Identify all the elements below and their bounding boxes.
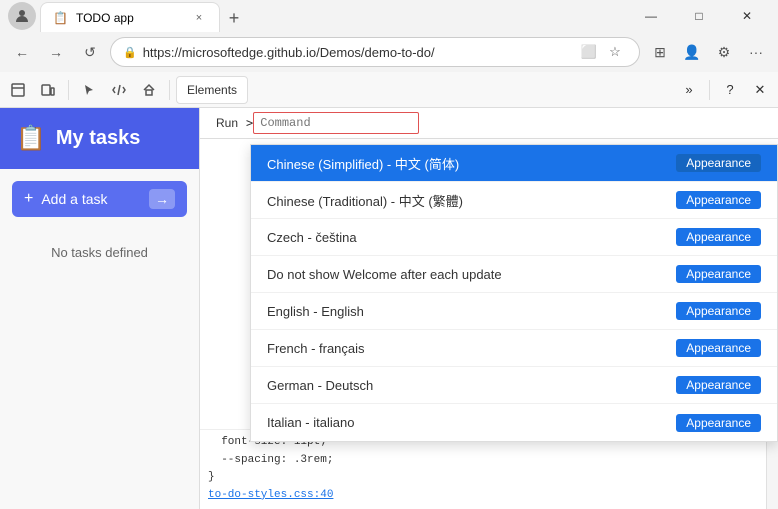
help-icon[interactable]: ?	[716, 76, 744, 104]
no-tasks-label: No tasks defined	[0, 229, 199, 276]
appearance-button[interactable]: Appearance	[676, 265, 761, 283]
new-tab-button[interactable]: +	[220, 4, 248, 32]
appearance-button[interactable]: Appearance	[676, 302, 761, 320]
more-tools-icon[interactable]: »	[675, 76, 703, 104]
toolbar-separator-2	[169, 80, 170, 100]
item-label: Chinese (Traditional) - 中文 (繁體)	[267, 191, 463, 210]
tab-favicon: 📋	[53, 11, 68, 25]
window-controls: — □ ✕	[628, 0, 770, 32]
profile-icon-addr[interactable]: 👤	[678, 38, 706, 66]
collections-icon[interactable]: ⊞	[646, 38, 674, 66]
close-button[interactable]: ✕	[724, 0, 770, 32]
arrow-icon: →	[149, 189, 175, 209]
appearance-button[interactable]: Appearance	[676, 191, 761, 209]
dropdown-item[interactable]: English - English Appearance	[251, 293, 777, 330]
dropdown-item[interactable]: Chinese (Traditional) - 中文 (繁體) Appearanc…	[251, 182, 777, 219]
item-label: German - Deutsch	[267, 378, 373, 393]
code-line-brace: }	[208, 469, 758, 487]
address-bar-actions: ⊞ 👤 ⚙ ···	[646, 38, 770, 66]
code-link[interactable]: to-do-styles.css:40	[208, 487, 758, 505]
lock-icon: 🔒	[123, 46, 137, 59]
dropdown-item[interactable]: Do not show Welcome after each update App…	[251, 256, 777, 293]
url-bar[interactable]: 🔒 https://microsoftedge.github.io/Demos/…	[110, 37, 640, 67]
appearance-button[interactable]: Appearance	[676, 154, 761, 172]
home-icon[interactable]	[135, 76, 163, 104]
item-label: French - français	[267, 341, 365, 356]
close-devtools-button[interactable]: ✕	[746, 76, 774, 104]
forward-button[interactable]: →	[42, 38, 70, 66]
app-header: 📋 My tasks	[0, 108, 199, 169]
back-button[interactable]: ←	[8, 38, 36, 66]
item-label: English - English	[267, 304, 364, 319]
run-command-bar: Run >	[200, 108, 778, 139]
source-icon[interactable]	[105, 76, 133, 104]
run-button[interactable]: Run	[208, 114, 246, 132]
toolbar-separator	[68, 80, 69, 100]
dropdown-item[interactable]: Italian - italiano Appearance	[251, 404, 777, 441]
code-panel: Run > Chinese (Simplified) - 中文 (简体) Appe…	[200, 108, 778, 509]
dropdown-item[interactable]: French - français Appearance	[251, 330, 777, 367]
app-panel: 📋 My tasks + Add a task → No tasks defin…	[0, 108, 200, 509]
tab-bar: 📋 TODO app × +	[40, 0, 624, 32]
pointer-icon[interactable]	[75, 76, 103, 104]
app-icon: 📋	[16, 124, 46, 153]
devtools-toolbar: Elements » ? ✕	[0, 72, 778, 108]
url-actions: ⬜ ☆	[577, 40, 627, 64]
code-line-spacing: --spacing: .3rem;	[208, 452, 758, 470]
command-input[interactable]	[253, 112, 419, 134]
appearance-button[interactable]: Appearance	[676, 339, 761, 357]
split-screen-icon[interactable]: ⬜	[577, 40, 601, 64]
item-label: Czech - čeština	[267, 230, 357, 245]
inspect-element-icon[interactable]	[4, 76, 32, 104]
favorites-icon[interactable]: ☆	[603, 40, 627, 64]
tab-elements[interactable]: Elements	[176, 76, 248, 104]
browser-tab[interactable]: 📋 TODO app ×	[40, 2, 220, 32]
minimize-button[interactable]: —	[628, 0, 674, 32]
appearance-button[interactable]: Appearance	[676, 414, 761, 432]
dropdown-item[interactable]: German - Deutsch Appearance	[251, 367, 777, 404]
item-label: Italian - italiano	[267, 415, 354, 430]
appearance-button[interactable]: Appearance	[676, 228, 761, 246]
add-task-bar[interactable]: + Add a task →	[12, 181, 187, 217]
maximize-button[interactable]: □	[676, 0, 722, 32]
address-bar: ← → ↺ 🔒 https://microsoftedge.github.io/…	[0, 32, 778, 72]
dropdown-item[interactable]: Chinese (Simplified) - 中文 (简体) Appearance	[251, 145, 777, 182]
item-label: Do not show Welcome after each update	[267, 267, 502, 282]
url-text: https://microsoftedge.github.io/Demos/de…	[143, 45, 571, 60]
dropdown-item[interactable]: Czech - čeština Appearance	[251, 219, 777, 256]
item-label: Chinese (Simplified) - 中文 (简体)	[267, 154, 459, 173]
app-title: My tasks	[56, 127, 141, 150]
add-task-label: Add a task	[41, 191, 141, 207]
dropdown-list: Chinese (Simplified) - 中文 (简体) Appearance…	[250, 144, 778, 442]
more-button[interactable]: ···	[742, 38, 770, 66]
refresh-button[interactable]: ↺	[76, 38, 104, 66]
main-area: 📋 My tasks + Add a task → No tasks defin…	[0, 108, 778, 509]
tab-title: TODO app	[76, 11, 183, 25]
title-bar: 📋 TODO app × + — □ ✕	[0, 0, 778, 32]
profile-icon[interactable]	[8, 2, 36, 30]
appearance-button[interactable]: Appearance	[676, 376, 761, 394]
plus-icon: +	[24, 190, 33, 208]
settings-icon[interactable]: ⚙	[710, 38, 738, 66]
tab-close-button[interactable]: ×	[191, 10, 207, 26]
toolbar-separator-3	[709, 80, 710, 100]
device-toolbar-icon[interactable]	[34, 76, 62, 104]
